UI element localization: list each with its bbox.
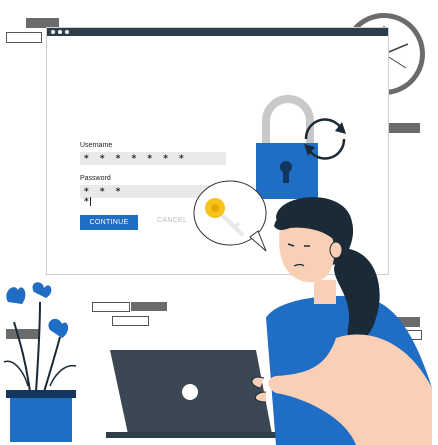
decor-bar [131,302,167,311]
cancel-button[interactable]: CANCEL [157,217,187,224]
password-label: Password [80,175,111,182]
decor-bar-outline [92,302,130,312]
window-dot [51,30,55,34]
continue-button[interactable]: CONTINUE [80,215,138,230]
window-titlebar [47,28,388,36]
username-value: * * * * * * * [84,154,188,164]
decor-bar [385,123,420,133]
plant-illustration [3,282,77,442]
decor-bar-outline [6,32,42,43]
password-value: * * * * [84,187,125,207]
username-field[interactable]: * * * * * * * [80,152,226,165]
text-caret [89,197,91,206]
username-label: Username [80,142,113,149]
refresh-icon [304,118,346,160]
woman-illustration [251,197,432,445]
window-dot [58,30,62,34]
window-dot [65,30,69,34]
decor-bar-outline [112,316,149,326]
